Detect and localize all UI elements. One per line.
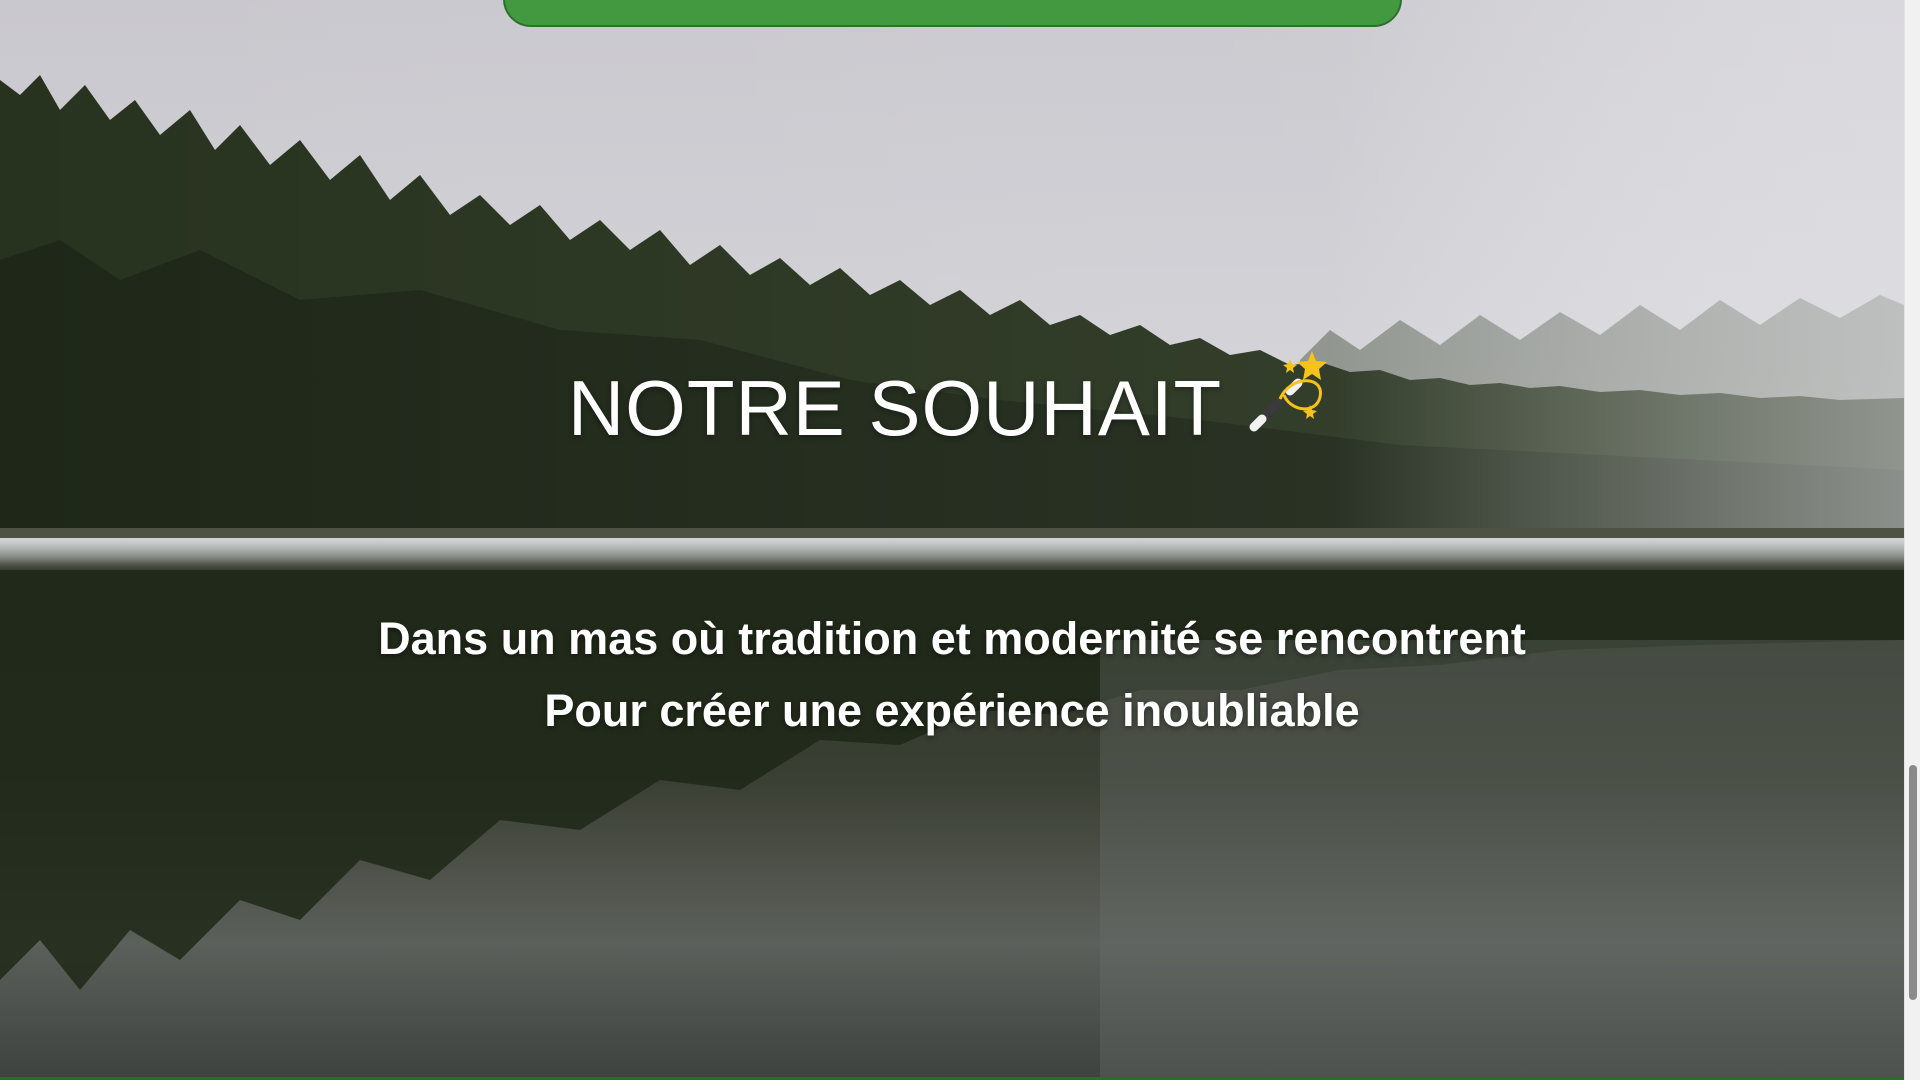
hero-subtitle-line-1: Dans un mas où tradition et modernité se… <box>378 613 1526 664</box>
hero-subtitle-line-2: Pour créer une expérience inoubliable <box>544 685 1360 736</box>
forest-lake-background-image <box>0 0 1904 1077</box>
magic-wand-icon <box>1240 345 1336 441</box>
page-scrollbar[interactable] <box>1904 0 1920 1080</box>
hero-title-text: NOTRE SOUHAIT <box>567 364 1223 452</box>
scrollbar-thumb[interactable] <box>1909 765 1917 1000</box>
hero-subtitle: Dans un mas où tradition et modernité se… <box>0 603 1904 747</box>
hero-title: NOTRE SOUHAIT <box>0 345 1904 454</box>
page-viewport: NOTRE SOUHAIT Dans un mas où tradition e… <box>0 0 1904 1077</box>
top-banner-bar <box>503 0 1402 27</box>
hero-section: NOTRE SOUHAIT Dans un mas où tradition e… <box>0 0 1904 1077</box>
